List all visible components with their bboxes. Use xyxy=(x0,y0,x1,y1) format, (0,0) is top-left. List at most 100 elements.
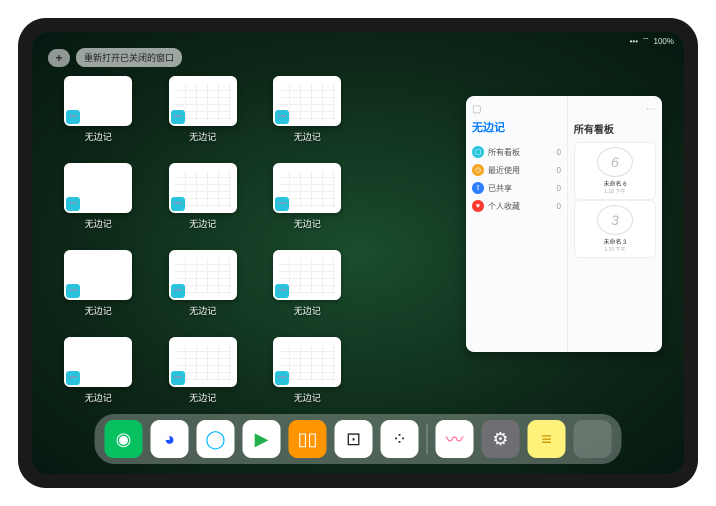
board-sketch: 6 xyxy=(597,147,633,177)
freeform-icon xyxy=(275,284,289,298)
row-count: 0 xyxy=(556,202,560,211)
sidebar-item[interactable]: ⇧ 已共享 0 xyxy=(472,179,561,197)
sidebar-item[interactable]: ▢ 所有看板 0 xyxy=(472,143,561,161)
stage-card[interactable]: 无边记 xyxy=(60,250,137,317)
card-thumb xyxy=(169,163,237,213)
stage-card[interactable]: 无边记 xyxy=(165,250,242,317)
freeform-icon xyxy=(171,371,185,385)
freeform-icon xyxy=(66,284,80,298)
card-label: 无边记 xyxy=(189,130,216,143)
card-thumb xyxy=(273,76,341,126)
wifi-icon: ⌔ xyxy=(642,36,650,46)
stage-card[interactable]: 无边记 xyxy=(60,163,137,230)
dice-icon[interactable]: ⊡ xyxy=(335,420,373,458)
stage-card[interactable]: 无边记 xyxy=(269,337,346,404)
stage-card[interactable]: 无边记 xyxy=(269,76,346,143)
play-icon[interactable]: ▶ xyxy=(243,420,281,458)
panel-right-title: 所有看板 xyxy=(574,121,656,136)
board-sub: 1.10 下午 xyxy=(604,246,625,253)
freeform-icon xyxy=(66,197,80,211)
stage-manager-grid: 无边记无边记无边记无边记无边记无边记无边记无边记无边记无边记无边记无边记 xyxy=(60,76,450,404)
card-label: 无边记 xyxy=(85,391,112,404)
dock-separator xyxy=(427,424,428,454)
stage-card[interactable]: 无边记 xyxy=(165,76,242,143)
freeform-icon xyxy=(66,371,80,385)
row-icon: ⇧ xyxy=(472,182,484,194)
row-label: 已共享 xyxy=(488,183,512,194)
new-window-button[interactable]: + xyxy=(48,49,70,67)
board-card[interactable]: 6 未命名 61.10 下午 xyxy=(574,142,656,200)
card-thumb xyxy=(169,250,237,300)
freeform-icon[interactable]: 〰 xyxy=(436,420,474,458)
card-label: 无边记 xyxy=(189,391,216,404)
battery-label: 100% xyxy=(654,37,674,46)
stage-card[interactable]: 无边记 xyxy=(60,337,137,404)
card-thumb xyxy=(64,250,132,300)
freeform-icon xyxy=(171,197,185,211)
panel-sidebar: ▢ 无边记 ▢ 所有看板 0 ◷ 最近使用 0 ⇧ 已共享 0 ♥ 个人收藏 0 xyxy=(466,96,568,352)
row-count: 0 xyxy=(556,148,560,157)
screen: ••• ⌔ 100% + 重新打开已关闭的窗口 无边记无边记无边记无边记无边记无… xyxy=(32,32,684,474)
stage-card[interactable]: 无边记 xyxy=(165,337,242,404)
card-thumb xyxy=(64,76,132,126)
top-controls: + 重新打开已关闭的窗口 xyxy=(48,48,182,67)
notes-icon[interactable]: ≡ xyxy=(528,420,566,458)
freeform-icon xyxy=(66,110,80,124)
board-card[interactable]: 3 未命名 31.10 下午 xyxy=(574,200,656,258)
dock: ◉◕◯▶▯▯⊡⁘ 〰⚙≡ xyxy=(95,414,622,464)
card-label: 无边记 xyxy=(85,217,112,230)
signal-icon: ••• xyxy=(630,37,638,46)
freeform-icon xyxy=(275,197,289,211)
board-name: 未命名 6 xyxy=(603,179,626,188)
card-thumb xyxy=(273,250,341,300)
panel-content: ⋯ 所有看板 6未命名 61.10 下午3未命名 31.10 下午 xyxy=(568,96,662,352)
wechat-icon[interactable]: ◉ xyxy=(105,420,143,458)
row-icon: ♥ xyxy=(472,200,484,212)
freeform-icon xyxy=(275,371,289,385)
quark-icon[interactable]: ◕ xyxy=(151,420,189,458)
card-label: 无边记 xyxy=(189,304,216,317)
stage-card[interactable]: 无边记 xyxy=(269,250,346,317)
freeform-icon xyxy=(171,110,185,124)
panel-title: 无边记 xyxy=(472,119,561,135)
panel-more-icon[interactable]: ⋯ xyxy=(574,104,656,115)
sidebar-toggle-icon[interactable]: ▢ xyxy=(472,104,561,115)
ipad-device: ••• ⌔ 100% + 重新打开已关闭的窗口 无边记无边记无边记无边记无边记无… xyxy=(18,18,698,488)
dots-icon[interactable]: ⁘ xyxy=(381,420,419,458)
app-panel: ▢ 无边记 ▢ 所有看板 0 ◷ 最近使用 0 ⇧ 已共享 0 ♥ 个人收藏 0 ⋯ 所有看板 6 未命… xyxy=(466,96,662,352)
stage-card[interactable]: 无边记 xyxy=(269,163,346,230)
card-label: 无边记 xyxy=(294,130,321,143)
card-thumb xyxy=(273,163,341,213)
stage-card[interactable]: 无边记 xyxy=(60,76,137,143)
card-label: 无边记 xyxy=(294,304,321,317)
row-count: 0 xyxy=(556,166,560,175)
row-label: 所有看板 xyxy=(488,147,520,158)
row-icon: ▢ xyxy=(472,146,484,158)
card-label: 无边记 xyxy=(294,217,321,230)
qqbrowser-icon[interactable]: ◯ xyxy=(197,420,235,458)
board-name: 未命名 3 xyxy=(603,237,626,246)
status-bar: ••• ⌔ 100% xyxy=(630,36,674,46)
board-sketch: 3 xyxy=(597,205,633,235)
row-label: 个人收藏 xyxy=(488,201,520,212)
app-library-icon[interactable] xyxy=(574,420,612,458)
reopen-closed-window-button[interactable]: 重新打开已关闭的窗口 xyxy=(76,48,182,67)
card-thumb xyxy=(64,163,132,213)
card-label: 无边记 xyxy=(85,304,112,317)
sidebar-item[interactable]: ◷ 最近使用 0 xyxy=(472,161,561,179)
card-thumb xyxy=(273,337,341,387)
card-label: 无边记 xyxy=(85,130,112,143)
row-label: 最近使用 xyxy=(488,165,520,176)
card-label: 无边记 xyxy=(294,391,321,404)
card-thumb xyxy=(169,76,237,126)
row-count: 0 xyxy=(556,184,560,193)
freeform-icon xyxy=(171,284,185,298)
stage-card[interactable]: 无边记 xyxy=(165,163,242,230)
settings-icon[interactable]: ⚙ xyxy=(482,420,520,458)
freeform-icon xyxy=(275,110,289,124)
sidebar-item[interactable]: ♥ 个人收藏 0 xyxy=(472,197,561,215)
books-icon[interactable]: ▯▯ xyxy=(289,420,327,458)
card-thumb xyxy=(169,337,237,387)
board-sub: 1.10 下午 xyxy=(604,188,625,195)
row-icon: ◷ xyxy=(472,164,484,176)
